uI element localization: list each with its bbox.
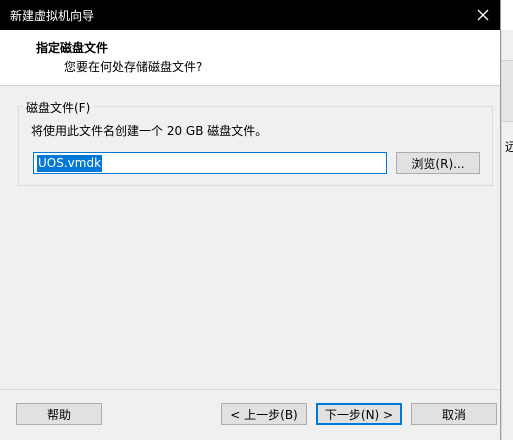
disk-file-input-value: UOS.vmdk (37, 154, 103, 172)
close-icon (477, 9, 489, 21)
new-vm-wizard-dialog: 新建虚拟机向导 指定磁盘文件 您要在何处存储磁盘文件? 磁盘文件(F) 将使用此… (0, 0, 501, 440)
disk-file-group: 磁盘文件(F) 将使用此文件名创建一个 20 GB 磁盘文件。 UOS.vmdk… (18, 99, 493, 186)
page-subtitle: 您要在何处存储磁盘文件? (64, 60, 203, 74)
help-button[interactable]: 帮助 (16, 403, 102, 425)
back-button[interactable]: < 上一步(B) (221, 403, 307, 425)
background-window-block (502, 60, 513, 122)
footer-separator (0, 389, 500, 390)
browse-button[interactable]: 浏览(R)... (396, 152, 480, 174)
window-title: 新建虚拟机向导 (10, 9, 95, 23)
background-window-text: 远 (505, 140, 513, 154)
disk-file-group-label: 磁盘文件(F) (23, 99, 94, 116)
title-bar: 新建虚拟机向导 (0, 0, 500, 30)
disk-file-description: 将使用此文件名创建一个 20 GB 磁盘文件。 (31, 124, 268, 138)
cancel-button[interactable]: 取消 (411, 403, 497, 425)
next-button[interactable]: 下一步(N) > (316, 403, 402, 425)
screen: 远 新建虚拟机向导 指定磁盘文件 您要在何处存储磁盘文件? 磁盘文件(F) 将使… (0, 0, 513, 440)
wizard-header: 指定磁盘文件 您要在何处存储磁盘文件? (0, 30, 500, 86)
disk-file-input[interactable]: UOS.vmdk (33, 152, 387, 174)
close-button[interactable] (468, 0, 498, 30)
background-window: 远 (501, 30, 513, 440)
page-title: 指定磁盘文件 (36, 41, 109, 55)
